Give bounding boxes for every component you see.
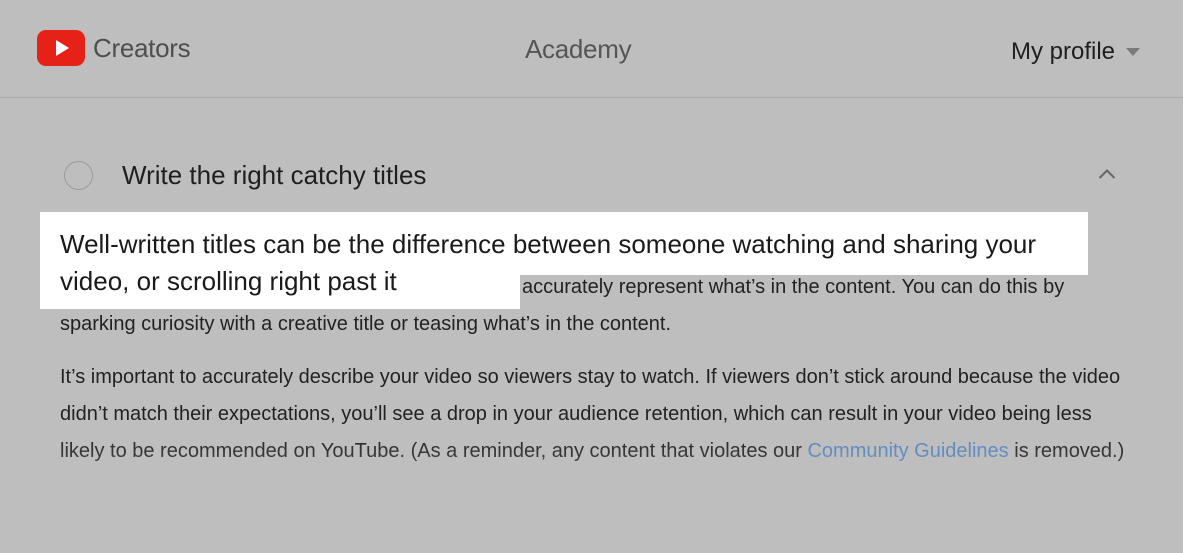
youtube-play-icon [37,30,85,66]
creators-logo-link[interactable]: Creators [37,30,191,66]
callout-background [40,212,1088,275]
lesson-paragraph-2: It’s important to accurately describe yo… [60,359,1130,470]
nav-academy-link[interactable]: Academy [525,34,632,65]
brand-name: Creators [93,32,191,63]
community-guidelines-link[interactable]: Community Guidelines [807,440,1008,462]
lesson-title: Write the right catchy titles [122,159,427,190]
paragraph-2-end: is removed.) [1008,440,1125,462]
top-navigation-bar: Creators Academy My profile [0,0,1183,98]
my-profile-menu[interactable]: My profile [1011,38,1140,66]
paragraph-1-text: accurately represent what’s in the conte… [60,276,1065,335]
chevron-up-icon[interactable] [1098,168,1116,179]
lesson-paragraph-1: accurately represent what’s in the conte… [60,269,1130,343]
caret-down-icon [1126,48,1140,56]
incomplete-circle-icon[interactable] [64,160,93,190]
lesson-accordion-header[interactable]: Write the right catchy titles [64,155,1124,195]
profile-label: My profile [1010,38,1115,65]
